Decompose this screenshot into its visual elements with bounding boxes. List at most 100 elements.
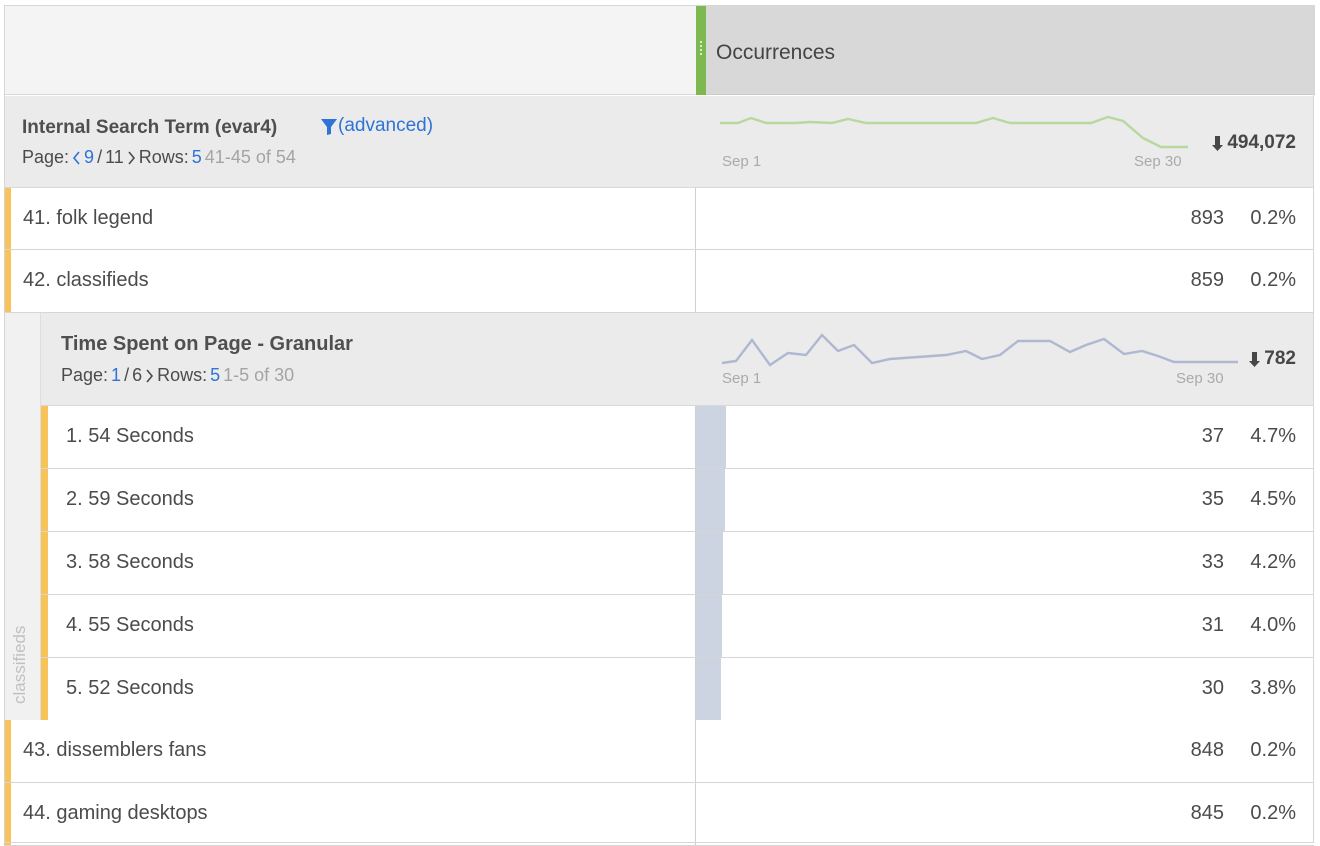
dimension-title: Internal Search Term (evar4)	[22, 117, 278, 138]
row-label: 3. 58 Seconds	[66, 551, 194, 573]
table-row[interactable]: 43. dissemblers fans 848 0.2%	[4, 720, 1314, 783]
primary-pagination: Page: 9 / 11 Rows: 5 41-45 of 54	[22, 147, 296, 168]
row-occurrences: 35	[1201, 488, 1224, 510]
row-accent-bar	[41, 406, 48, 468]
metric-drag-handle[interactable]	[696, 5, 706, 95]
row-accent-bar	[4, 250, 11, 312]
current-page[interactable]: 9	[84, 147, 94, 168]
row-percent: 0.2%	[1250, 269, 1296, 291]
nested-table-row[interactable]: 2. 59 Seconds 35 4.5%	[41, 469, 1314, 532]
occurrence-bar	[696, 595, 722, 657]
row-occurrences: 848	[1190, 739, 1224, 761]
row-label: 41. folk legend	[23, 207, 154, 229]
row-label: 44. gaming desktops	[23, 802, 208, 824]
row-percent: 0.2%	[1250, 207, 1296, 229]
nested-pagination: Page: 1 / 6 Rows: 5 1-5 of 30	[61, 365, 294, 386]
occurrence-bar	[696, 406, 726, 468]
freeform-table: Occurrences Internal Search Term (evar4)…	[0, 0, 1320, 846]
page-label: Page:	[22, 147, 70, 167]
row-label: 5. 52 Seconds	[66, 677, 194, 699]
sparkline-chart	[720, 115, 1188, 149]
primary-sparkline: Sep 1 Sep 30	[718, 96, 1188, 188]
rows-label: Rows:	[138, 147, 189, 167]
metric-column-header[interactable]: Occurrences	[696, 5, 1315, 95]
row-label-cell[interactable]: 44. gaming desktops	[11, 783, 696, 845]
nested-dimension-title: Time Spent on Page - Granular	[61, 333, 353, 355]
range-label: 1-5 of 30	[223, 365, 295, 385]
nested-breakdown: classifieds Time Spent on Page - Granula…	[4, 313, 1314, 721]
row-label-cell[interactable]: 4. 55 Seconds	[48, 595, 696, 657]
row-occurrences: 31	[1201, 614, 1224, 636]
drag-grip-icon	[700, 41, 702, 57]
nested-table-row[interactable]: 1. 54 Seconds 37 4.7%	[41, 406, 1314, 469]
row-accent-bar	[41, 595, 48, 657]
row-label-cell[interactable]: 42. classifieds	[11, 250, 696, 312]
dimension-header-blank	[4, 5, 696, 95]
row-label: 42. classifieds	[23, 269, 149, 291]
row-occurrences: 859	[1190, 269, 1224, 291]
nested-dimension-header: Time Spent on Page - Granular Page: 1 / …	[41, 313, 1314, 406]
chevron-right-icon[interactable]	[127, 150, 136, 165]
occurrence-bar	[696, 658, 721, 720]
sparkline-end-date: Sep 30	[1176, 370, 1224, 387]
advanced-filter-link[interactable]: (advanced)	[320, 115, 433, 137]
row-occurrences: 845	[1190, 802, 1224, 824]
metric-title: Occurrences	[716, 41, 836, 64]
current-page[interactable]: 1	[111, 365, 121, 386]
page-count: 6	[132, 365, 143, 385]
rows-value[interactable]: 5	[192, 147, 202, 168]
chevron-right-icon[interactable]	[145, 368, 154, 383]
down-arrow-icon	[1249, 351, 1261, 367]
table-row[interactable]: 42. classifieds 859 0.2%	[4, 250, 1314, 313]
total-value: 494,072	[1227, 132, 1296, 153]
row-label: 1. 54 Seconds	[66, 425, 194, 447]
row-label-cell[interactable]: 43. dissemblers fans	[11, 720, 696, 782]
row-accent-bar	[41, 658, 48, 720]
nested-table-row[interactable]: 3. 58 Seconds 33 4.2%	[41, 532, 1314, 595]
row-percent: 4.2%	[1250, 551, 1296, 573]
primary-total: 494,072	[1211, 132, 1296, 154]
row-percent: 0.2%	[1250, 802, 1296, 824]
row-label-cell[interactable]: 1. 54 Seconds	[48, 406, 696, 468]
row-label-cell[interactable]: 2. 59 Seconds	[48, 469, 696, 531]
row-label-cell[interactable]: 41. folk legend	[11, 188, 696, 249]
row-occurrences: 893	[1190, 207, 1224, 229]
row-occurrences: 30	[1201, 677, 1224, 699]
nested-sparkline: Sep 1 Sep 30	[718, 313, 1243, 405]
occurrence-bar	[696, 469, 725, 531]
page-count: 11	[105, 147, 124, 167]
row-label: 43. dissemblers fans	[23, 739, 207, 761]
row-accent-bar	[41, 532, 48, 594]
total-value: 782	[1264, 348, 1296, 369]
occurrence-bar	[696, 532, 723, 594]
row-occurrences: 33	[1201, 551, 1224, 573]
row-label-cell[interactable]: 3. 58 Seconds	[48, 532, 696, 594]
sparkline-path	[721, 333, 1238, 367]
row-percent: 4.0%	[1250, 614, 1296, 636]
sparkline-chart	[721, 333, 1238, 367]
page-label: Page:	[61, 365, 109, 385]
row-accent-bar	[4, 720, 11, 782]
sparkline-end-date: Sep 30	[1134, 153, 1182, 170]
nested-total: 782	[1248, 348, 1296, 370]
nested-table-row[interactable]: 4. 55 Seconds 31 4.0%	[41, 595, 1314, 658]
nested-table-row[interactable]: 5. 52 Seconds 30 3.8%	[41, 658, 1314, 721]
row-percent: 4.5%	[1250, 488, 1296, 510]
table-row[interactable]: 41. folk legend 893 0.2%	[4, 188, 1314, 250]
funnel-icon	[321, 118, 337, 135]
sparkline-path	[720, 115, 1188, 149]
row-percent: 4.7%	[1250, 425, 1296, 447]
row-label-cell[interactable]: 5. 52 Seconds	[48, 658, 696, 720]
row-label: 2. 59 Seconds	[66, 488, 194, 510]
table-row[interactable]: 44. gaming desktops 845 0.2%	[4, 783, 1314, 846]
rows-label: Rows:	[157, 365, 208, 385]
breakdown-parent-rail: classifieds	[4, 313, 41, 720]
row-occurrences: 37	[1201, 425, 1224, 447]
advanced-filter-label: (advanced)	[338, 115, 434, 136]
internal-search-term-header: Internal Search Term (evar4) (advanced) …	[4, 96, 1314, 188]
sparkline-start-date: Sep 1	[722, 153, 762, 170]
rows-value[interactable]: 5	[210, 365, 220, 386]
chevron-left-icon[interactable]	[72, 150, 81, 165]
range-label: 41-45 of 54	[204, 147, 296, 167]
sparkline-start-date: Sep 1	[722, 370, 762, 387]
